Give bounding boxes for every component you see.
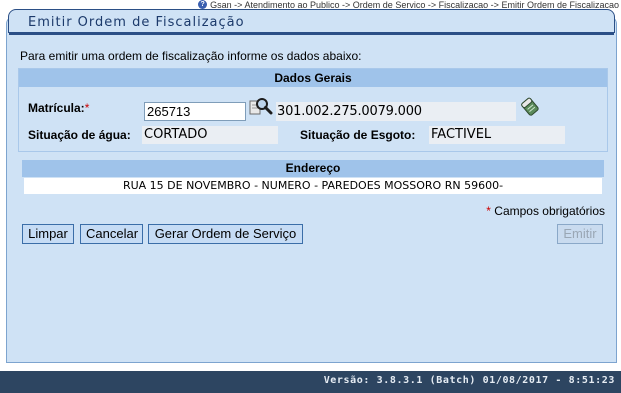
situacao-agua-label: Situação de água:: [28, 128, 131, 142]
title-underline: [9, 33, 614, 35]
matricula-label: Matrícula:*: [28, 101, 89, 115]
situacao-esgoto-label: Situação de Esgoto:: [300, 128, 416, 142]
eraser-icon[interactable]: [520, 96, 540, 116]
required-star: *: [486, 204, 491, 218]
endereco-value: RUA 15 DE NOVEMBRO - NUMERO - PAREDOES M…: [24, 178, 602, 194]
footer-bar: Versão: 3.8.3.1 (Batch) 01/08/2017 - 8:5…: [0, 371, 621, 393]
required-star: *: [84, 101, 90, 115]
emitir-button: Emitir: [557, 224, 603, 244]
title-bar: Emitir Ordem de Fiscalização: [8, 9, 615, 35]
required-note-text: Campos obrigatórios: [494, 204, 605, 218]
required-fields-note: * Campos obrigatórios: [486, 204, 605, 218]
limpar-button[interactable]: Limpar: [22, 224, 74, 244]
help-icon[interactable]: ?: [198, 0, 208, 9]
matricula-description: 301.002.275.0079.000: [276, 102, 516, 121]
gerar-ordem-button[interactable]: Gerar Ordem de Serviço: [148, 224, 303, 244]
cancelar-button[interactable]: Cancelar: [80, 224, 143, 244]
endereco-header: Endereço: [22, 160, 604, 177]
version-text: Versão: 3.8.3.1 (Batch) 01/08/2017 - 8:5…: [323, 375, 615, 386]
dados-gerais-header: Dados Gerais: [19, 69, 607, 87]
intro-text: Para emitir uma ordem de fiscalização in…: [20, 49, 362, 63]
endereco-section: Endereço RUA 15 DE NOVEMBRO - NUMERO - P…: [22, 160, 604, 196]
matricula-input[interactable]: [144, 102, 246, 121]
situacao-esgoto-value: FACTIVEL: [429, 126, 565, 144]
situacao-agua-value: CORTADO: [142, 126, 278, 144]
matricula-label-text: Matrícula:: [28, 101, 85, 115]
page-title: Emitir Ordem de Fiscalização: [28, 15, 245, 30]
search-icon[interactable]: [249, 96, 273, 118]
